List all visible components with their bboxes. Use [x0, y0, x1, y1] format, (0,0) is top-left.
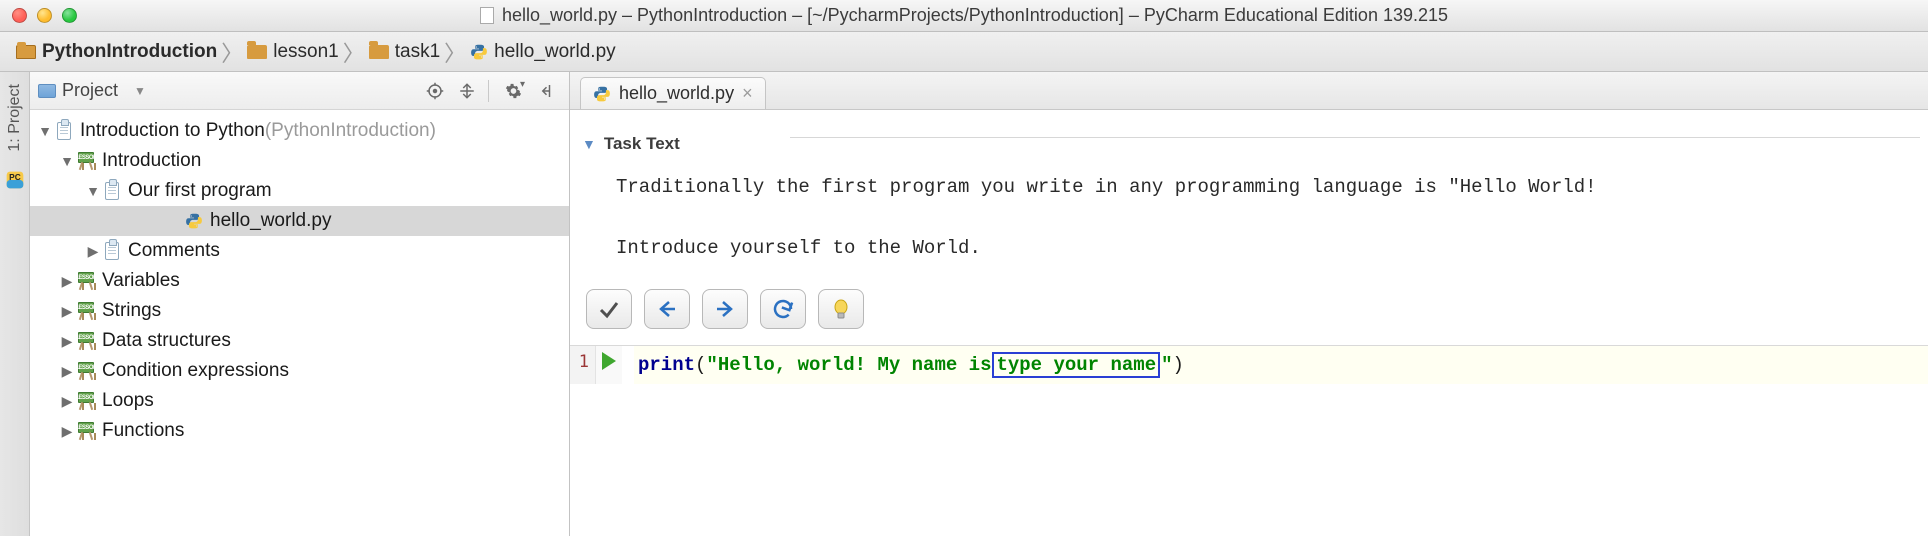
- code-placeholder[interactable]: type your name: [992, 352, 1160, 378]
- breadcrumb-item[interactable]: task1: [363, 41, 446, 63]
- tree-label: Functions: [102, 420, 184, 442]
- python-file-icon: [185, 212, 203, 230]
- breadcrumb-label: lesson1: [273, 41, 339, 63]
- tree-row[interactable]: ▶LESSON Loops: [30, 386, 569, 416]
- breadcrumb: PythonIntroduction〉lesson1〉task1〉hello_w…: [0, 32, 1928, 72]
- lesson-icon: LESSON: [76, 152, 96, 170]
- window-title: hello_world.py – PythonIntroduction – [~…: [502, 5, 1448, 26]
- chevron-right-icon: 〉: [343, 36, 365, 68]
- breadcrumb-label: hello_world.py: [494, 41, 615, 63]
- svg-text:PC: PC: [9, 172, 21, 182]
- check-task-button[interactable]: [586, 289, 632, 329]
- project-view-dropdown-icon[interactable]: ▼: [134, 84, 146, 98]
- pycharm-logo-icon: PC: [5, 170, 25, 190]
- breadcrumb-label: PythonIntroduction: [42, 41, 217, 63]
- tree-row[interactable]: ▼LESSON Introduction: [30, 146, 569, 176]
- settings-button[interactable]: ▾: [505, 80, 527, 102]
- tree-twistie[interactable]: ▶: [60, 333, 74, 350]
- editor-tabs: hello_world.py ×: [570, 72, 1928, 110]
- tree-twistie[interactable]: ▶: [60, 393, 74, 410]
- clipboard-icon: [105, 242, 119, 260]
- tree-label: hello_world.py: [210, 210, 331, 232]
- tree-label: Introduction to Python: [80, 120, 265, 142]
- tree-label: Variables: [102, 270, 180, 292]
- refresh-task-button[interactable]: [760, 289, 806, 329]
- editor-tab-label: hello_world.py: [619, 83, 734, 104]
- tree-twistie[interactable]: ▼: [86, 183, 100, 199]
- folder-icon: [247, 45, 267, 59]
- tree-label: Condition expressions: [102, 360, 289, 382]
- editor-panel: hello_world.py × ▼ Task Text Traditional…: [570, 72, 1928, 536]
- breadcrumb-item[interactable]: PythonIntroduction: [10, 41, 223, 63]
- code-editor[interactable]: 1 print("Hello, world! My name is type y…: [570, 345, 1928, 384]
- tree-label: Comments: [128, 240, 220, 262]
- breadcrumb-label: task1: [395, 41, 440, 63]
- tree-twistie[interactable]: ▶: [60, 273, 74, 290]
- lesson-icon: LESSON: [76, 422, 96, 440]
- project-tree[interactable]: ▼ Introduction to Python (PythonIntroduct…: [30, 110, 569, 452]
- tree-twistie[interactable]: ▶: [60, 303, 74, 320]
- tree-label: Our first program: [128, 180, 272, 202]
- breadcrumb-item[interactable]: lesson1: [241, 41, 345, 63]
- lesson-icon: LESSON: [76, 362, 96, 380]
- window-titlebar: hello_world.py – PythonIntroduction – [~…: [0, 0, 1928, 32]
- lesson-icon: LESSON: [76, 392, 96, 410]
- project-tool-tab[interactable]: 1: Project: [6, 80, 24, 156]
- tree-label: Strings: [102, 300, 161, 322]
- chevron-down-icon: ▼: [582, 136, 596, 152]
- next-task-button[interactable]: [702, 289, 748, 329]
- tree-twistie[interactable]: ▼: [38, 123, 52, 139]
- locate-file-button[interactable]: [424, 80, 446, 102]
- previous-task-button[interactable]: [644, 289, 690, 329]
- python-file-icon: [470, 43, 488, 61]
- editor-tab[interactable]: hello_world.py ×: [580, 77, 766, 109]
- document-icon: [480, 7, 494, 24]
- tree-label: Loops: [102, 390, 154, 412]
- hide-panel-button[interactable]: [537, 80, 559, 102]
- tree-row[interactable]: ▼ Introduction to Python (PythonIntroduct…: [30, 116, 569, 146]
- code-line-1[interactable]: print("Hello, world! My name is type you…: [634, 346, 1928, 384]
- project-tool-label: 1: Project: [6, 84, 24, 152]
- chevron-right-icon: 〉: [444, 36, 466, 68]
- python-file-icon: [593, 85, 611, 103]
- project-toolbar: Project ▼ ▾: [30, 72, 569, 110]
- run-line-icon: [602, 352, 616, 370]
- tree-row[interactable]: ▼ Our first program: [30, 176, 569, 206]
- run-gutter[interactable]: [596, 346, 622, 384]
- tree-row[interactable]: ▶LESSON Condition expressions: [30, 356, 569, 386]
- tree-row[interactable]: ▶LESSON Functions: [30, 416, 569, 446]
- chevron-right-icon: 〉: [221, 36, 243, 68]
- tree-label-suffix: (PythonIntroduction): [265, 120, 436, 142]
- project-view-icon: [38, 84, 56, 98]
- project-sidebar: Project ▼ ▾ ▼ Introduction to Python (Pyt…: [30, 72, 570, 536]
- close-tab-button[interactable]: ×: [742, 83, 753, 104]
- tree-twistie[interactable]: ▼: [60, 153, 74, 169]
- lesson-icon: LESSON: [76, 302, 96, 320]
- clipboard-icon: [105, 182, 119, 200]
- task-description: Traditionally the first program you writ…: [578, 162, 1920, 283]
- tree-row[interactable]: ▶LESSON Strings: [30, 296, 569, 326]
- folder-icon: [16, 45, 36, 59]
- tree-row[interactable]: hello_world.py: [30, 206, 569, 236]
- tree-twistie[interactable]: ▶: [86, 243, 100, 260]
- task-text-header[interactable]: ▼ Task Text: [582, 134, 680, 154]
- lesson-icon: LESSON: [76, 272, 96, 290]
- tree-twistie[interactable]: ▶: [60, 363, 74, 380]
- lesson-icon: LESSON: [76, 332, 96, 350]
- breadcrumb-item[interactable]: hello_world.py: [464, 41, 621, 63]
- tree-row[interactable]: ▶LESSON Variables: [30, 266, 569, 296]
- tree-twistie[interactable]: ▶: [60, 423, 74, 440]
- tree-label: Data structures: [102, 330, 231, 352]
- tree-label: Introduction: [102, 150, 201, 172]
- folder-icon: [369, 45, 389, 59]
- left-tool-strip: 1: Project PC: [0, 72, 30, 536]
- tree-row[interactable]: ▶LESSON Data structures: [30, 326, 569, 356]
- tree-row[interactable]: ▶ Comments: [30, 236, 569, 266]
- project-view-label: Project: [62, 80, 118, 101]
- line-number-gutter: 1: [570, 346, 596, 384]
- collapse-all-button[interactable]: [456, 80, 478, 102]
- hint-button[interactable]: [818, 289, 864, 329]
- clipboard-icon: [57, 122, 71, 140]
